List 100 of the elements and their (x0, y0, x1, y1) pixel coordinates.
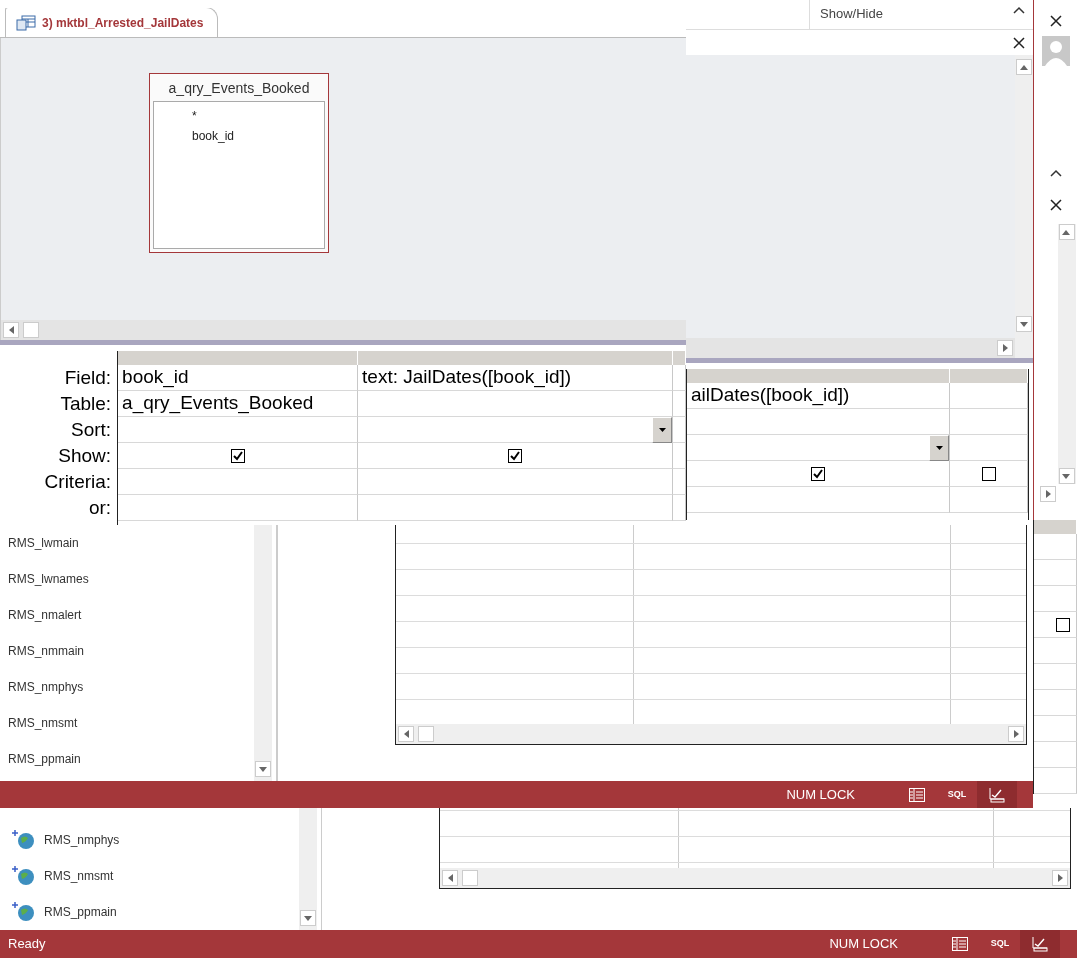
grid-column-header[interactable] (673, 351, 686, 365)
scrollbar[interactable] (299, 808, 317, 930)
globe-icon (12, 901, 36, 923)
field-name[interactable]: book_id (192, 126, 324, 146)
scrollbar[interactable] (1057, 224, 1076, 484)
scroll-down-icon[interactable] (1062, 471, 1071, 481)
scrollbar[interactable] (1, 320, 686, 340)
scroll-button[interactable] (1058, 468, 1075, 484)
avatar-icon[interactable] (1041, 36, 1070, 66)
grid-cell[interactable] (1034, 612, 1077, 638)
scrollbar[interactable] (254, 525, 272, 781)
row-label: Field: (63, 366, 113, 390)
grid-cell[interactable] (673, 443, 686, 469)
grid-column-header[interactable] (358, 351, 674, 365)
grid-cell[interactable] (687, 487, 950, 513)
grid-cell[interactable] (687, 409, 950, 435)
close-icon[interactable] (1049, 198, 1062, 211)
close-icon[interactable] (1049, 14, 1062, 27)
row-label: Criteria: (43, 470, 113, 494)
grid-cell[interactable] (1034, 716, 1077, 742)
grid-cell[interactable] (1034, 768, 1077, 794)
navigation-item[interactable]: RMS_nmsmt (0, 705, 254, 741)
grid-cell[interactable] (950, 461, 1028, 487)
grid-cell[interactable] (673, 469, 686, 495)
grid-cell[interactable] (1034, 534, 1077, 560)
globe-icon (12, 829, 36, 851)
grid-cell[interactable] (950, 487, 1028, 513)
grid-cell[interactable] (358, 417, 674, 443)
grid-cell[interactable] (673, 495, 686, 521)
collapse-caret-icon[interactable] (1013, 5, 1025, 14)
grid-column-header[interactable] (1034, 520, 1077, 534)
scrollbar[interactable] (396, 724, 1026, 744)
grid-cell[interactable] (118, 469, 359, 495)
scrollbar[interactable] (440, 868, 1070, 888)
ruler-check-icon (1031, 936, 1049, 952)
dropdown-arrow-icon (658, 428, 666, 432)
grid-cell[interactable] (687, 461, 950, 487)
dropdown-button[interactable] (929, 435, 949, 461)
sql-view-button[interactable]: SQL (980, 930, 1020, 958)
navigation-item[interactable]: RMS_lwnames (0, 561, 254, 597)
grid-cell[interactable] (118, 417, 359, 443)
dropdown-arrow-icon (935, 446, 943, 450)
grid-cell[interactable] (358, 443, 674, 469)
grid-cell[interactable] (673, 391, 686, 417)
navigation-item[interactable]: RMS_nmphys (0, 669, 254, 705)
query-icon (16, 14, 36, 31)
grid-column-header[interactable] (950, 369, 1028, 383)
grid-cell[interactable] (1034, 664, 1077, 690)
grid-cell[interactable] (1034, 690, 1077, 716)
checkbox[interactable] (1056, 617, 1070, 632)
grid-cell[interactable] (950, 409, 1028, 435)
sql-view-button[interactable]: SQL (937, 781, 977, 808)
field-list-title: a_qry_Events_Booked (167, 79, 311, 98)
row-label: Table: (59, 392, 113, 416)
checkbox[interactable] (811, 466, 825, 481)
close-icon[interactable] (1013, 37, 1025, 50)
grid-cell[interactable] (1034, 742, 1077, 768)
scroll-thumb[interactable] (462, 870, 478, 886)
grid-column-header[interactable] (687, 369, 950, 383)
grid-cell[interactable] (687, 435, 950, 461)
row-label: Sort: (69, 418, 113, 442)
checkbox[interactable] (230, 448, 245, 463)
ribbon-group-label: Show/Hide (820, 4, 884, 23)
navigation-item[interactable]: RMS_nmsmt (44, 867, 114, 885)
design-view-button[interactable] (977, 781, 1017, 808)
grid-cell[interactable] (1034, 638, 1077, 664)
grid-cell[interactable] (950, 435, 1028, 461)
dropdown-button[interactable] (652, 417, 673, 443)
grid-cell[interactable] (358, 495, 674, 521)
grid-cell[interactable] (358, 469, 674, 495)
scroll-thumb[interactable] (418, 726, 434, 742)
field-cell[interactable]: book_id (118, 365, 359, 391)
navigation-item[interactable]: RMS_nmmain (0, 633, 254, 669)
field-cell[interactable]: text: JailDates([book_id]) (358, 365, 674, 391)
grid-cell[interactable] (673, 417, 686, 443)
grid-cell[interactable] (118, 443, 359, 469)
table-cell[interactable]: a_qry_Events_Booked (118, 391, 359, 417)
grid-column-header[interactable] (118, 351, 359, 365)
navigation-item[interactable]: RMS_lwmain (0, 525, 254, 561)
grid-cell[interactable] (1034, 586, 1077, 612)
navigation-item[interactable]: RMS_ppmain (44, 903, 117, 921)
grid-cell[interactable] (358, 391, 674, 417)
field-name[interactable]: * (192, 106, 324, 126)
field-cell[interactable]: ailDates([book_id]) (687, 383, 950, 409)
navigation-item[interactable]: RMS_nmalert (0, 597, 254, 633)
grid-cell[interactable] (673, 365, 686, 391)
design-view-button[interactable] (1020, 930, 1060, 958)
scroll-button[interactable] (1058, 224, 1075, 240)
document-tab[interactable]: 3) mktbl_Arrested_JailDates (5, 8, 219, 37)
grid-cell[interactable] (950, 383, 1028, 409)
grid-cell[interactable] (118, 495, 359, 521)
scroll-thumb[interactable] (23, 322, 39, 338)
row-label: Show: (57, 444, 113, 468)
collapse-caret-icon[interactable] (1049, 168, 1062, 177)
navigation-item[interactable]: RMS_nmphys (44, 831, 120, 849)
navigation-item[interactable]: RMS_ppmain (0, 741, 254, 777)
checkbox[interactable] (981, 466, 996, 481)
grid-cell[interactable] (1034, 560, 1077, 586)
scrollbar[interactable] (686, 338, 1015, 358)
checkbox[interactable] (508, 448, 523, 463)
